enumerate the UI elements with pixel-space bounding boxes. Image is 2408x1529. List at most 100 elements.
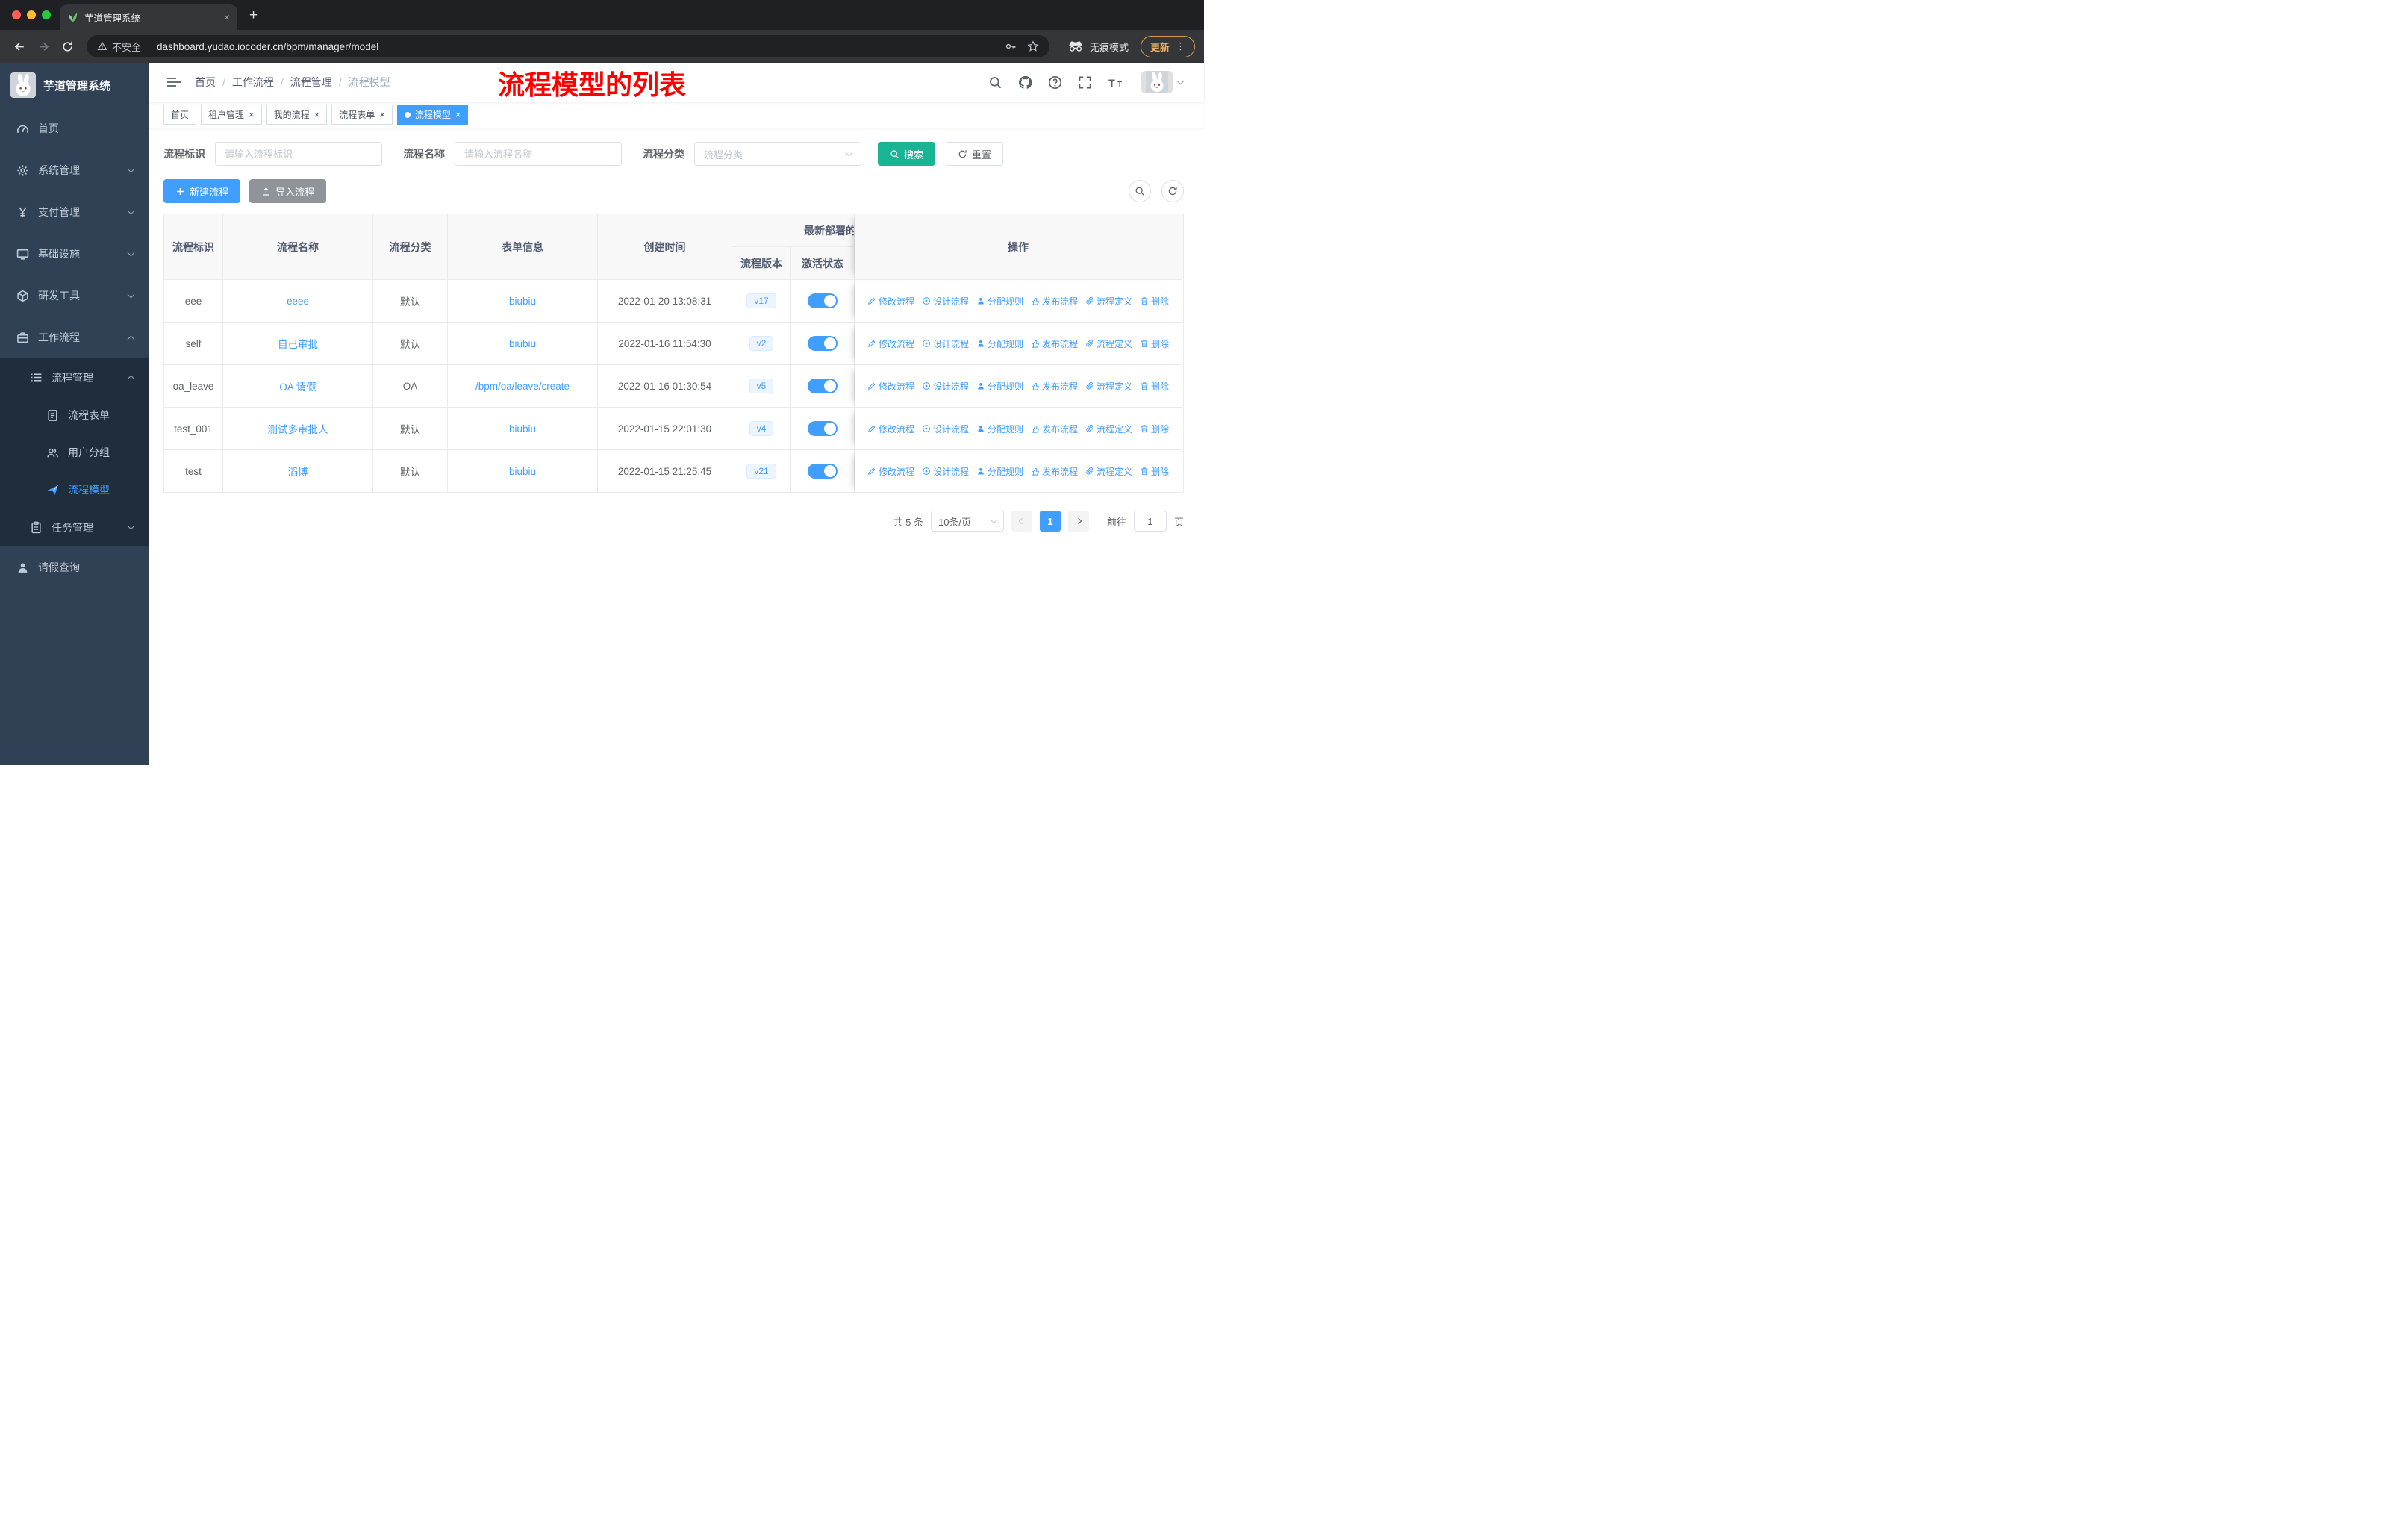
search-button[interactable]: 搜索 xyxy=(878,142,936,166)
font-size-icon[interactable]: TT xyxy=(1108,75,1126,90)
user-avatar-menu[interactable] xyxy=(1141,71,1185,93)
form-info-link[interactable]: /bpm/oa/leave/create xyxy=(475,381,570,392)
prev-page-button[interactable] xyxy=(1011,511,1032,532)
sidebar-item-流程管理[interactable]: 流程管理 xyxy=(0,358,149,396)
action-assign-rule[interactable]: 分配规则 xyxy=(976,380,1023,393)
active-toggle[interactable] xyxy=(808,421,838,436)
refresh-table-button[interactable] xyxy=(1161,180,1184,202)
sidebar-item-用户分组[interactable]: 用户分组 xyxy=(0,434,149,471)
search-icon[interactable] xyxy=(988,75,1002,90)
action-definition[interactable]: 流程定义 xyxy=(1085,465,1132,478)
action-modify[interactable]: 修改流程 xyxy=(867,337,914,350)
action-definition[interactable]: 流程定义 xyxy=(1085,423,1132,435)
tag-close-icon[interactable]: × xyxy=(314,110,320,119)
tag-我的流程[interactable]: 我的流程 × xyxy=(266,105,328,125)
active-toggle[interactable] xyxy=(808,379,838,393)
breadcrumb-item[interactable]: 首页 xyxy=(195,75,216,90)
sidebar-item-任务管理[interactable]: 任务管理 xyxy=(0,508,149,546)
page-size-select[interactable]: 10条/页 xyxy=(930,511,1004,532)
create-process-button[interactable]: 新建流程 xyxy=(163,179,241,203)
process-name-input[interactable] xyxy=(455,142,622,166)
sidebar-logo[interactable]: 芋道管理系统 xyxy=(0,63,149,108)
help-icon[interactable] xyxy=(1048,75,1062,90)
breadcrumb-item[interactable]: 工作流程 xyxy=(232,75,274,90)
tag-首页[interactable]: 首页 xyxy=(163,105,197,125)
close-window-button[interactable] xyxy=(12,10,21,19)
process-name-link[interactable]: eeee xyxy=(287,296,309,307)
form-info-link[interactable]: biubiu xyxy=(509,338,536,349)
url-text[interactable]: dashboard.yudao.iocoder.cn/bpm/manager/m… xyxy=(157,41,994,52)
active-toggle[interactable] xyxy=(808,336,838,351)
action-delete[interactable]: 删除 xyxy=(1140,380,1169,393)
tag-租户管理[interactable]: 租户管理 × xyxy=(201,105,262,125)
address-bar[interactable]: 不安全 dashboard.yudao.iocoder.cn/bpm/manag… xyxy=(87,35,1049,57)
action-modify[interactable]: 修改流程 xyxy=(867,380,914,393)
process-name-link[interactable]: 测试多审批人 xyxy=(268,421,328,436)
action-delete[interactable]: 删除 xyxy=(1140,423,1169,435)
tag-流程表单[interactable]: 流程表单 × xyxy=(331,105,393,125)
sidebar-item-研发工具[interactable]: 研发工具 xyxy=(0,275,149,317)
process-name-link[interactable]: 滔博 xyxy=(288,464,308,479)
page-number-1[interactable]: 1 xyxy=(1039,511,1061,532)
security-indicator[interactable]: 不安全 xyxy=(97,40,141,54)
next-page-button[interactable] xyxy=(1067,511,1089,532)
sidebar-item-工作流程[interactable]: 工作流程 xyxy=(0,317,149,358)
password-key-icon[interactable] xyxy=(1005,40,1017,52)
action-assign-rule[interactable]: 分配规则 xyxy=(976,337,1023,350)
active-toggle[interactable] xyxy=(808,293,838,308)
action-modify[interactable]: 修改流程 xyxy=(867,465,914,478)
action-definition[interactable]: 流程定义 xyxy=(1085,337,1132,350)
action-publish[interactable]: 发布流程 xyxy=(1031,380,1078,393)
action-design[interactable]: 设计流程 xyxy=(922,423,969,435)
sidebar-item-支付管理[interactable]: 支付管理 xyxy=(0,191,149,233)
action-delete[interactable]: 删除 xyxy=(1140,465,1169,478)
tab-close-icon[interactable]: × xyxy=(224,11,230,23)
action-assign-rule[interactable]: 分配规则 xyxy=(976,465,1023,478)
sidebar-item-系统管理[interactable]: 系统管理 xyxy=(0,149,149,191)
zoom-window-button[interactable] xyxy=(42,10,51,19)
form-info-link[interactable]: biubiu xyxy=(509,296,536,307)
process-id-input[interactable] xyxy=(215,142,382,166)
action-publish[interactable]: 发布流程 xyxy=(1031,423,1078,435)
sidebar-item-流程表单[interactable]: 流程表单 xyxy=(0,396,149,434)
new-tab-button[interactable]: + xyxy=(249,7,258,24)
category-select[interactable]: 流程分类 xyxy=(694,142,861,166)
back-button[interactable] xyxy=(9,36,30,57)
tag-流程模型[interactable]: 流程模型 × xyxy=(396,105,469,125)
tag-close-icon[interactable]: × xyxy=(249,110,255,119)
sidebar-item-请假查询[interactable]: 请假查询 xyxy=(0,546,149,588)
active-toggle[interactable] xyxy=(808,464,838,479)
form-info-link[interactable]: biubiu xyxy=(509,466,536,477)
action-publish[interactable]: 发布流程 xyxy=(1031,295,1078,308)
bookmark-star-icon[interactable] xyxy=(1027,40,1039,52)
minimize-window-button[interactable] xyxy=(27,10,36,19)
breadcrumb-item[interactable]: 流程管理 xyxy=(290,75,332,90)
action-design[interactable]: 设计流程 xyxy=(922,295,969,308)
action-design[interactable]: 设计流程 xyxy=(922,337,969,350)
action-definition[interactable]: 流程定义 xyxy=(1085,295,1132,308)
github-icon[interactable] xyxy=(1018,75,1032,90)
form-info-link[interactable]: biubiu xyxy=(509,423,536,435)
toggle-search-button[interactable] xyxy=(1129,180,1151,202)
sidebar-item-基础设施[interactable]: 基础设施 xyxy=(0,233,149,275)
reset-button[interactable]: 重置 xyxy=(946,142,1004,166)
reload-button[interactable] xyxy=(57,36,78,57)
action-definition[interactable]: 流程定义 xyxy=(1085,380,1132,393)
fullscreen-icon[interactable] xyxy=(1078,75,1092,90)
action-publish[interactable]: 发布流程 xyxy=(1031,465,1078,478)
browser-menu-icon[interactable]: ⋮ xyxy=(1176,40,1185,52)
goto-page-input[interactable] xyxy=(1133,511,1167,532)
action-design[interactable]: 设计流程 xyxy=(922,465,969,478)
update-button[interactable]: 更新 ⋮ xyxy=(1140,35,1195,57)
action-modify[interactable]: 修改流程 xyxy=(867,423,914,435)
action-delete[interactable]: 删除 xyxy=(1140,295,1169,308)
import-process-button[interactable]: 导入流程 xyxy=(249,179,327,203)
action-publish[interactable]: 发布流程 xyxy=(1031,337,1078,350)
process-name-link[interactable]: OA 请假 xyxy=(279,379,316,393)
sidebar-item-流程模型[interactable]: 流程模型 xyxy=(0,471,149,508)
action-modify[interactable]: 修改流程 xyxy=(867,295,914,308)
action-assign-rule[interactable]: 分配规则 xyxy=(976,295,1023,308)
forward-button[interactable] xyxy=(33,36,54,57)
sidebar-item-首页[interactable]: 首页 xyxy=(0,108,149,149)
action-design[interactable]: 设计流程 xyxy=(922,380,969,393)
